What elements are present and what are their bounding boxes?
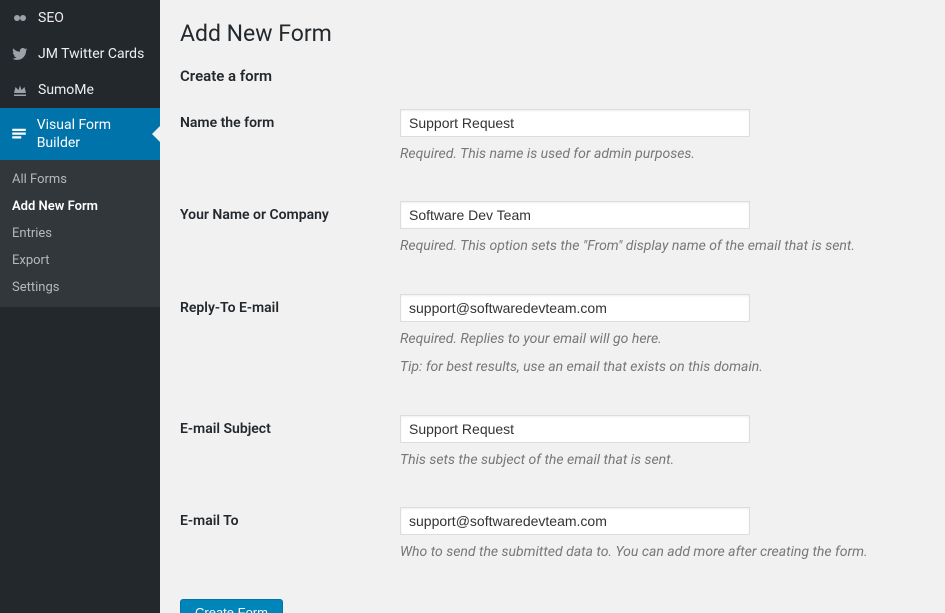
label-sender: Your Name or Company [180,201,400,223]
submenu-all-forms[interactable]: All Forms [0,166,160,193]
row-sender: Your Name or Company Required. This opti… [180,201,925,257]
seo-icon [10,8,30,28]
section-title: Create a form [180,67,925,85]
submenu-settings[interactable]: Settings [0,274,160,301]
label-form-name: Name the form [180,109,400,131]
twitter-icon [10,44,30,64]
row-replyto: Reply-To E-mail Required. Replies to you… [180,294,925,379]
row-subject: E-mail Subject This sets the subject of … [180,415,925,471]
row-form-name: Name the form Required. This name is use… [180,109,925,165]
input-sender[interactable] [400,201,750,229]
sidebar-item-label: Visual Form Builder [37,116,150,152]
label-replyto: Reply-To E-mail [180,294,400,316]
help-subject: This sets the subject of the email that … [400,449,925,471]
admin-sidebar: SEO JM Twitter Cards SumoMe Visual Form … [0,0,160,613]
label-emailto: E-mail To [180,507,400,529]
submenu-entries[interactable]: Entries [0,220,160,247]
row-emailto: E-mail To Who to send the submitted data… [180,507,925,563]
crown-icon [10,80,30,100]
help-replyto-2: Tip: for best results, use an email that… [400,356,925,378]
submenu-export[interactable]: Export [0,247,160,274]
input-form-name[interactable] [400,109,750,137]
form-icon [10,124,29,144]
help-sender: Required. This option sets the "From" di… [400,235,925,257]
input-subject[interactable] [400,415,750,443]
help-emailto: Who to send the submitted data to. You c… [400,541,925,563]
create-form-button[interactable]: Create Form [180,599,283,613]
input-emailto[interactable] [400,507,750,535]
help-replyto-1: Required. Replies to your email will go … [400,328,925,350]
sidebar-item-label: SEO [38,9,64,27]
help-form-name: Required. This name is used for admin pu… [400,143,925,165]
main-content: Add New Form Create a form Name the form… [160,0,945,613]
sidebar-item-twitter[interactable]: JM Twitter Cards [0,36,160,72]
sidebar-item-label: JM Twitter Cards [38,45,144,63]
sidebar-item-label: SumoMe [38,81,94,99]
sidebar-submenu: All Forms Add New Form Entries Export Se… [0,160,160,307]
sidebar-item-sumome[interactable]: SumoMe [0,72,160,108]
input-replyto[interactable] [400,294,750,322]
page-title: Add New Form [180,20,925,47]
sidebar-item-seo[interactable]: SEO [0,0,160,36]
label-subject: E-mail Subject [180,415,400,437]
sidebar-item-vfb[interactable]: Visual Form Builder [0,108,160,160]
submenu-add-new-form[interactable]: Add New Form [0,193,160,220]
